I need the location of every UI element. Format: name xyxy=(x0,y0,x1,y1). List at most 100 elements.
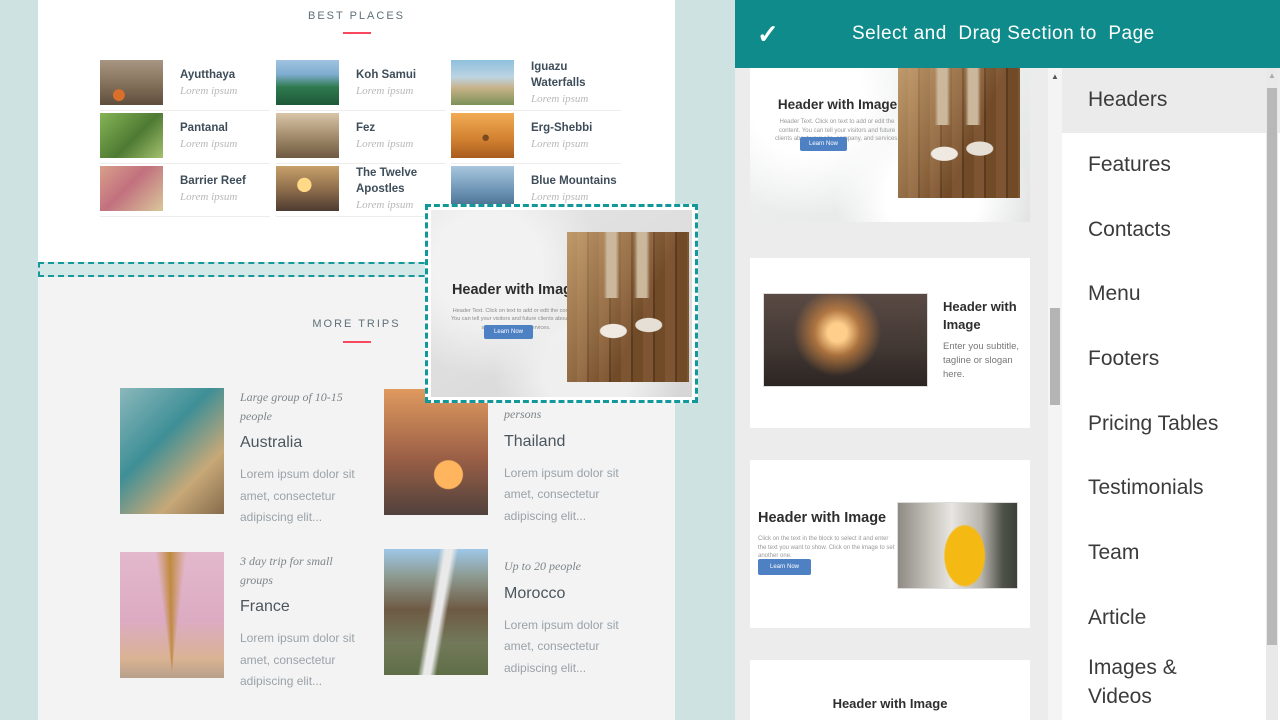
place-name: Barrier Reef xyxy=(180,174,270,190)
section-thumbnail-header-with-image-3[interactable]: Header with Image Click on the text in t… xyxy=(750,460,1030,628)
category-label: Features xyxy=(1088,151,1233,179)
place-caption: Lorem ipsum xyxy=(531,138,621,150)
category-item-features[interactable]: Features xyxy=(1062,133,1280,198)
place-photo-iguazu xyxy=(451,60,514,105)
place-photo-barrier-reef xyxy=(100,166,163,211)
section-thumbnail-header-with-image-1[interactable]: Header with Image Header Text. Click on … xyxy=(750,50,1030,222)
learn-now-button: Learn Now xyxy=(758,559,811,575)
place-caption: Lorem ipsum xyxy=(180,191,270,203)
trip-tag: Up to 20 people xyxy=(504,557,626,576)
category-scrollbar-thumb[interactable] xyxy=(1267,88,1277,645)
thumbnail-photo-sneakers xyxy=(898,68,1020,198)
place-photo-twelve-apostles xyxy=(276,166,339,211)
trip-description: Lorem ipsum dolor sit amet, consectetur … xyxy=(240,628,362,693)
scroll-up-arrow-icon[interactable]: ▲ xyxy=(1266,68,1278,80)
dragged-section-preview: Header with Image Header Text. Click on … xyxy=(431,210,692,397)
place-caption: Lorem ipsum xyxy=(356,85,446,97)
category-item-testimonials[interactable]: Testimonials xyxy=(1062,456,1280,521)
category-label: Pricing Tables xyxy=(1088,410,1233,438)
category-item-team[interactable]: Team xyxy=(1062,521,1280,586)
thumbnail-heading: Header with Image xyxy=(943,298,1023,333)
thumbnail-photo-sunset-girl xyxy=(763,293,928,387)
category-item-contacts[interactable]: Contacts xyxy=(1062,197,1280,262)
place-caption: Lorem ipsum xyxy=(356,138,446,150)
category-item-menu[interactable]: Menu xyxy=(1062,262,1280,327)
place-caption: Lorem ipsum xyxy=(180,85,270,97)
check-icon: ✓ xyxy=(757,19,779,50)
list-item-twelve-apostles[interactable]: The Twelve Apostles Lorem ipsum xyxy=(276,166,446,217)
category-item-headers[interactable]: Headers xyxy=(1062,68,1280,133)
trip-card-thailand[interactable]: persons Thailand Lorem ipsum dolor sit a… xyxy=(384,389,626,527)
scroll-up-arrow-icon[interactable]: ▲ xyxy=(1048,68,1062,81)
trip-name: Morocco xyxy=(504,585,626,603)
trip-tag: persons xyxy=(504,405,626,424)
place-name: Pantanal xyxy=(180,121,270,137)
thumbnails-scrollbar[interactable]: ▲ xyxy=(1048,68,1062,720)
section-title-best-places: BEST PLACES xyxy=(38,10,675,22)
place-name: Iguazu Waterfalls xyxy=(531,60,621,91)
trip-photo-australia xyxy=(120,388,224,514)
place-caption: Lorem ipsum xyxy=(531,191,621,203)
app-window: BEST PLACES Ayutthaya Lorem ipsum Koh Sa… xyxy=(0,0,1280,720)
trip-photo-france xyxy=(120,552,224,678)
list-item-pantanal[interactable]: Pantanal Lorem ipsum xyxy=(100,113,270,164)
trip-name: Australia xyxy=(240,434,362,452)
place-name: Ayutthaya xyxy=(180,68,270,84)
trip-photo-morocco xyxy=(384,549,488,675)
thumbnail-heading: Header with Image xyxy=(758,510,913,526)
trip-card-morocco[interactable]: Up to 20 people Morocco Lorem ipsum dolo… xyxy=(384,549,626,679)
dragged-section-ghost[interactable]: Header with Image Header Text. Click on … xyxy=(425,204,698,403)
category-item-pricing-tables[interactable]: Pricing Tables xyxy=(1062,391,1280,456)
place-name: The Twelve Apostles xyxy=(356,166,446,197)
list-item-fez[interactable]: Fez Lorem ipsum xyxy=(276,113,446,164)
trip-name: Thailand xyxy=(504,433,626,451)
category-label: Footers xyxy=(1088,345,1233,373)
canvas-left-margin xyxy=(0,0,38,720)
category-label: Headers xyxy=(1088,86,1233,114)
category-list: Headers Features Contacts Menu Footers P… xyxy=(1062,68,1280,720)
thumbnails-scrollbar-thumb[interactable] xyxy=(1050,308,1060,405)
category-item-footers[interactable]: Footers xyxy=(1062,327,1280,392)
panel-header: ✓ Select and Drag Section to Page xyxy=(735,0,1280,68)
place-photo-ayutthaya xyxy=(100,60,163,105)
place-photo-koh-samui xyxy=(276,60,339,105)
category-scrollbar[interactable]: ▲ xyxy=(1266,68,1278,720)
place-photo-erg-shebbi xyxy=(451,113,514,158)
thumbnail-heading: Header with Image xyxy=(815,696,965,711)
trip-card-australia[interactable]: Large group of 10-15 people Australia Lo… xyxy=(120,388,362,529)
category-label: Images & Videos xyxy=(1088,654,1233,711)
list-item-ayutthaya[interactable]: Ayutthaya Lorem ipsum xyxy=(100,60,270,111)
learn-now-button: Learn Now xyxy=(484,325,533,339)
trip-description: Lorem ipsum dolor sit amet, consectetur … xyxy=(504,615,626,680)
section-thumbnail-header-with-image-4[interactable]: Header with Image xyxy=(750,660,1030,720)
thumbnail-heading: Header with Image xyxy=(765,97,910,112)
section-title-underline xyxy=(343,341,371,343)
trip-description: Lorem ipsum dolor sit amet, consectetur … xyxy=(504,463,626,528)
trip-photo-thailand xyxy=(384,389,488,515)
place-name: Fez xyxy=(356,121,446,137)
list-item-koh-samui[interactable]: Koh Samui Lorem ipsum xyxy=(276,60,446,111)
thumbnail-body-text: Enter you subtitle, tagline or slogan he… xyxy=(943,340,1021,381)
list-item-erg-shebbi[interactable]: Erg-Shebbi Lorem ipsum xyxy=(451,113,621,164)
thumbnail-body-text: Click on the text in the block to select… xyxy=(758,535,898,561)
place-name: Koh Samui xyxy=(356,68,446,84)
trip-description: Lorem ipsum dolor sit amet, consectetur … xyxy=(240,464,362,529)
list-item-barrier-reef[interactable]: Barrier Reef Lorem ipsum xyxy=(100,166,270,217)
category-item-images-videos[interactable]: Images & Videos xyxy=(1062,650,1280,715)
preview-heading: Header with Image xyxy=(446,282,586,298)
thumbnail-photo-yellow-raincoat xyxy=(897,502,1018,589)
list-item-iguazu[interactable]: Iguazu Waterfalls Lorem ipsum xyxy=(451,60,621,111)
category-label: Testimonials xyxy=(1088,474,1233,502)
category-label: Menu xyxy=(1088,280,1233,308)
preview-photo-sneakers xyxy=(567,232,689,382)
place-name: Blue Mountains xyxy=(531,174,621,190)
category-item-article[interactable]: Article xyxy=(1062,586,1280,651)
trip-name: France xyxy=(240,598,362,616)
section-thumbnail-header-with-image-2[interactable]: Header with Image Enter you subtitle, ta… xyxy=(750,258,1030,428)
place-caption: Lorem ipsum xyxy=(531,93,621,105)
trip-card-france[interactable]: 3 day trip for small groups France Lorem… xyxy=(120,552,362,693)
category-label: Article xyxy=(1088,604,1233,632)
learn-now-button: Learn Now xyxy=(800,137,847,151)
section-title-underline xyxy=(343,32,371,34)
trip-tag: Large group of 10-15 people xyxy=(240,388,362,425)
